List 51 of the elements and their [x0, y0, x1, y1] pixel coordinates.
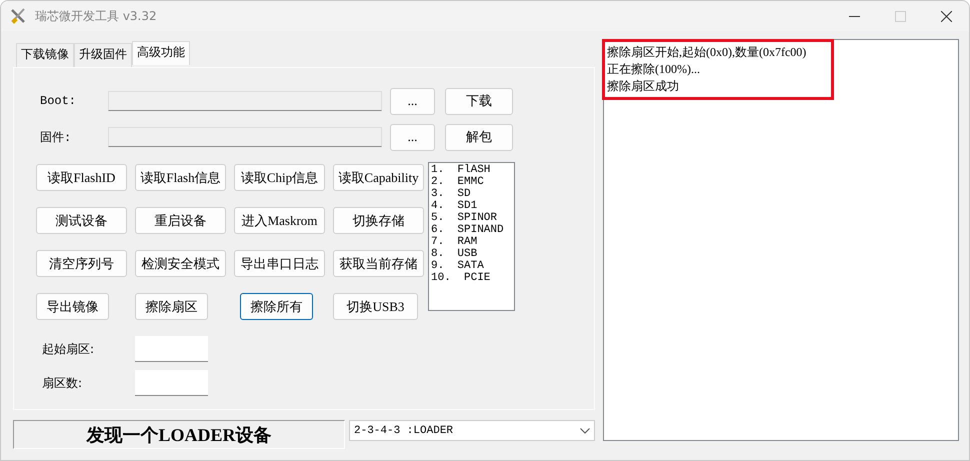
function-button[interactable]: 读取FlashID — [36, 164, 127, 191]
action-button[interactable]: 解包 — [445, 124, 513, 150]
storage-item[interactable]: 3. SD — [431, 188, 512, 200]
storage-item[interactable]: 2. EMMC — [431, 176, 512, 188]
maximize-icon — [894, 10, 906, 22]
function-button[interactable]: 进入Maskrom — [234, 207, 325, 234]
input-field[interactable] — [135, 336, 208, 362]
browse-button[interactable]: ... — [390, 88, 435, 114]
storage-item[interactable]: 7. RAM — [431, 236, 512, 248]
function-button[interactable]: 擦除所有 — [240, 293, 313, 320]
action-button[interactable]: 下载 — [445, 88, 513, 114]
function-button[interactable]: 擦除扇区 — [135, 293, 208, 320]
log-line: 擦除扇区成功 — [607, 78, 680, 95]
close-icon — [940, 10, 952, 22]
chevron-down-icon — [580, 428, 590, 434]
field-label: 固件: — [39, 130, 72, 146]
storage-list[interactable]: 1. FlASH 2. EMMC 3. SD 4. SD1 5. SPINOR 6. SPINAND 7. RAM 8. USB 9. SATA 10. PCIE — [428, 162, 515, 311]
field-label: 起始扇区: — [42, 340, 96, 358]
storage-item[interactable]: 10. PCIE — [431, 272, 512, 284]
function-button[interactable]: 获取当前存储 — [333, 250, 424, 277]
tab[interactable]: 高级功能 — [132, 41, 190, 65]
function-button[interactable]: 读取Capability — [333, 164, 424, 191]
storage-item[interactable]: 6. SPINAND — [431, 224, 512, 236]
function-button[interactable]: 读取Chip信息 — [234, 164, 325, 191]
function-button[interactable]: 切换存储 — [333, 207, 424, 234]
status-text: 发现一个LOADER设备 — [13, 420, 345, 449]
browse-button[interactable]: ... — [390, 124, 435, 150]
storage-item[interactable]: 8. USB — [431, 248, 512, 260]
input-field[interactable] — [135, 370, 208, 396]
storage-item[interactable]: 1. FlASH — [431, 164, 512, 176]
function-button[interactable]: 读取Flash信息 — [135, 164, 226, 191]
path-field[interactable] — [108, 127, 382, 147]
log-line: 正在擦除(100%)... — [607, 61, 701, 78]
storage-item[interactable]: 4. SD1 — [431, 200, 512, 212]
function-button[interactable]: 清空序列号 — [36, 250, 127, 277]
path-field[interactable] — [108, 91, 382, 111]
function-button[interactable]: 导出串口日志 — [234, 250, 325, 277]
storage-item[interactable]: 9. SATA — [431, 260, 512, 272]
tab[interactable]: 下载镜像 — [16, 43, 74, 67]
function-button[interactable]: 切换USB3 — [333, 293, 418, 320]
window-title: 瑞芯微开发工具 v3.32 — [35, 8, 158, 24]
storage-item[interactable]: 5. SPINOR — [431, 212, 512, 224]
function-button[interactable]: 重启设备 — [135, 207, 226, 234]
field-label: 扇区数: — [42, 374, 84, 392]
log-line: 擦除扇区开始,起始(0x0),数量(0x7fc00) — [607, 44, 808, 61]
function-button[interactable]: 导出镜像 — [36, 293, 109, 320]
tab[interactable]: 升级固件 — [74, 43, 132, 67]
function-button[interactable]: 测试设备 — [36, 207, 127, 234]
function-button[interactable]: 检测安全模式 — [135, 250, 226, 277]
field-label: Boot: — [39, 94, 78, 108]
device-select[interactable]: 2-3-4-3 :LOADER — [349, 420, 595, 441]
